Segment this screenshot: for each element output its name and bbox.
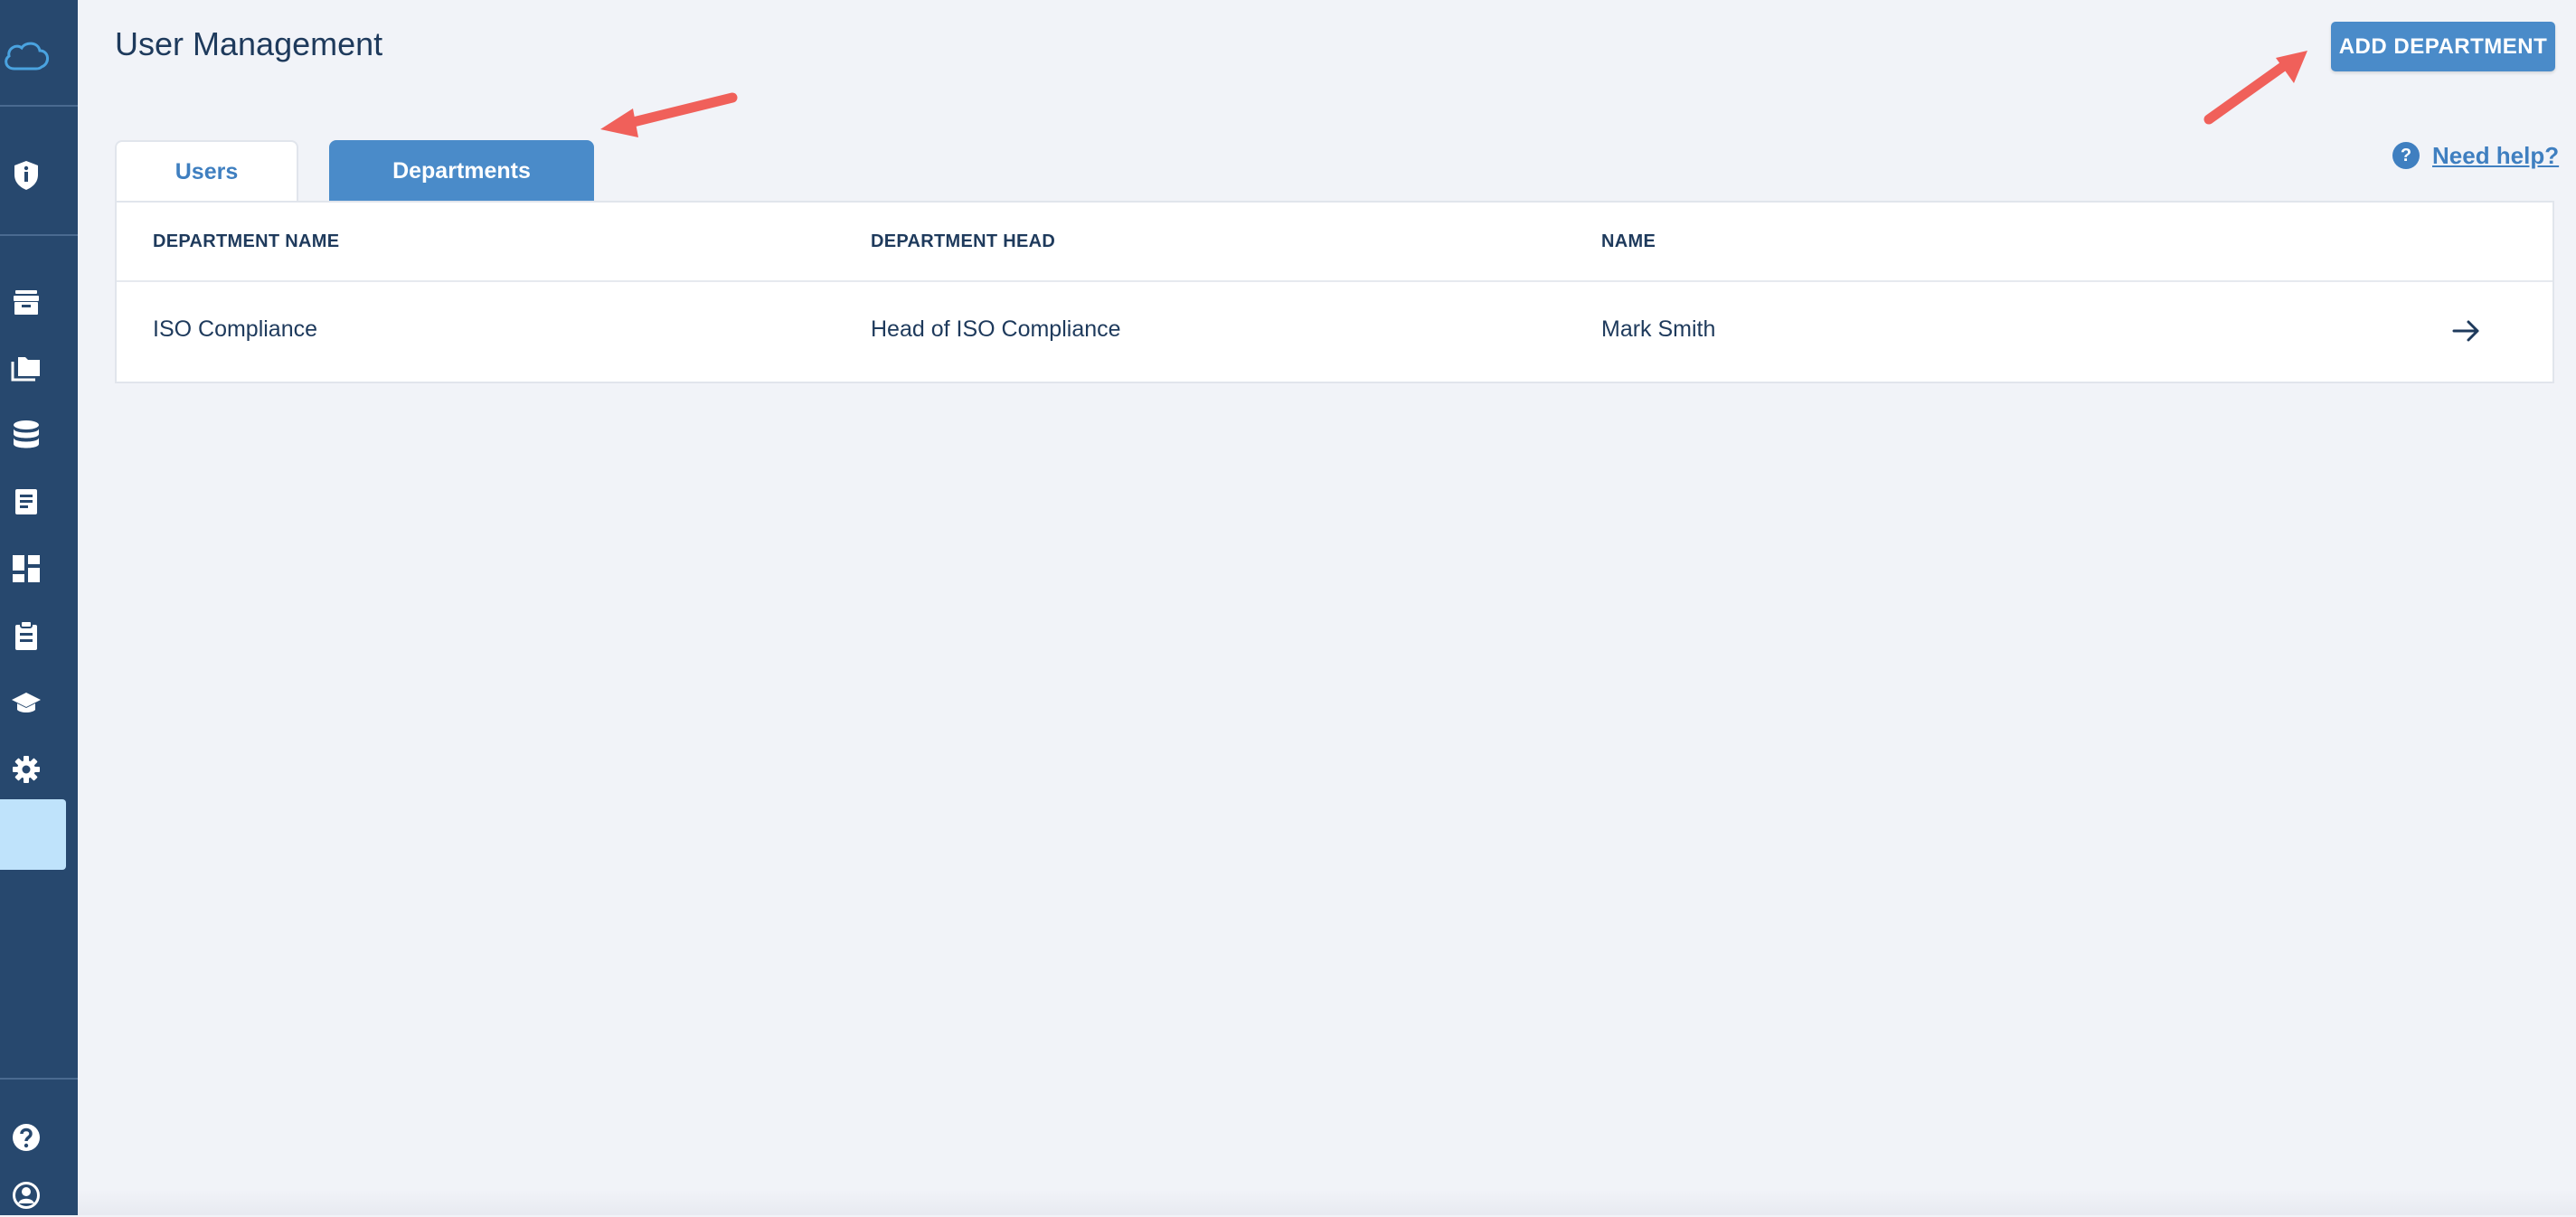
sidebar-divider <box>0 234 78 236</box>
need-help-link[interactable]: ? Need help? <box>2392 139 2559 172</box>
help-circle-icon[interactable] <box>0 1116 52 1159</box>
gear-icon[interactable] <box>0 748 52 791</box>
annotation-arrow-departments <box>600 92 738 137</box>
sidebar-divider <box>0 105 78 107</box>
column-header-department-head: DEPARTMENT HEAD <box>871 231 1056 251</box>
database-icon[interactable] <box>0 413 52 457</box>
cell-department-head: Head of ISO Compliance <box>871 316 1121 342</box>
cell-name: Mark Smith <box>1601 316 1716 342</box>
column-header-department-name: DEPARTMENT NAME <box>153 231 340 251</box>
annotation-arrow-add-department <box>2203 51 2307 125</box>
tab-departments[interactable]: Departments <box>329 140 594 202</box>
need-help-label[interactable]: Need help? <box>2432 142 2559 170</box>
arrow-right-icon[interactable] <box>2449 313 2485 349</box>
graduation-cap-icon[interactable] <box>0 681 52 724</box>
cloud-logo-icon[interactable] <box>0 34 52 78</box>
help-icon: ? <box>2392 142 2420 169</box>
tab-users-label: Users <box>175 158 239 184</box>
add-department-button[interactable]: ADD DEPARTMENT <box>2331 22 2555 71</box>
document-list-icon[interactable] <box>0 480 52 524</box>
departments-table: DEPARTMENT NAME DEPARTMENT HEAD NAME ISO… <box>115 201 2554 383</box>
sidebar <box>0 0 78 1215</box>
table-row[interactable]: ISO Compliance Head of ISO Compliance Ma… <box>117 282 2552 383</box>
user-circle-icon[interactable] <box>0 1174 52 1217</box>
sidebar-divider <box>0 1078 78 1080</box>
tab-departments-label: Departments <box>392 157 531 184</box>
cell-department-name: ISO Compliance <box>153 316 318 342</box>
archive-box-icon[interactable] <box>0 280 52 324</box>
sidebar-item-user-management[interactable] <box>0 799 66 870</box>
tab-users[interactable]: Users <box>115 140 298 202</box>
bottom-scroll-shadow <box>78 1190 2576 1215</box>
column-header-name: NAME <box>1601 231 1656 251</box>
table-header: DEPARTMENT NAME DEPARTMENT HEAD NAME <box>117 203 2552 282</box>
folders-icon[interactable] <box>0 346 52 390</box>
dashboard-icon[interactable] <box>0 547 52 590</box>
shield-icon[interactable] <box>0 154 52 197</box>
page-title: User Management <box>115 25 383 62</box>
clipboard-icon[interactable] <box>0 614 52 657</box>
